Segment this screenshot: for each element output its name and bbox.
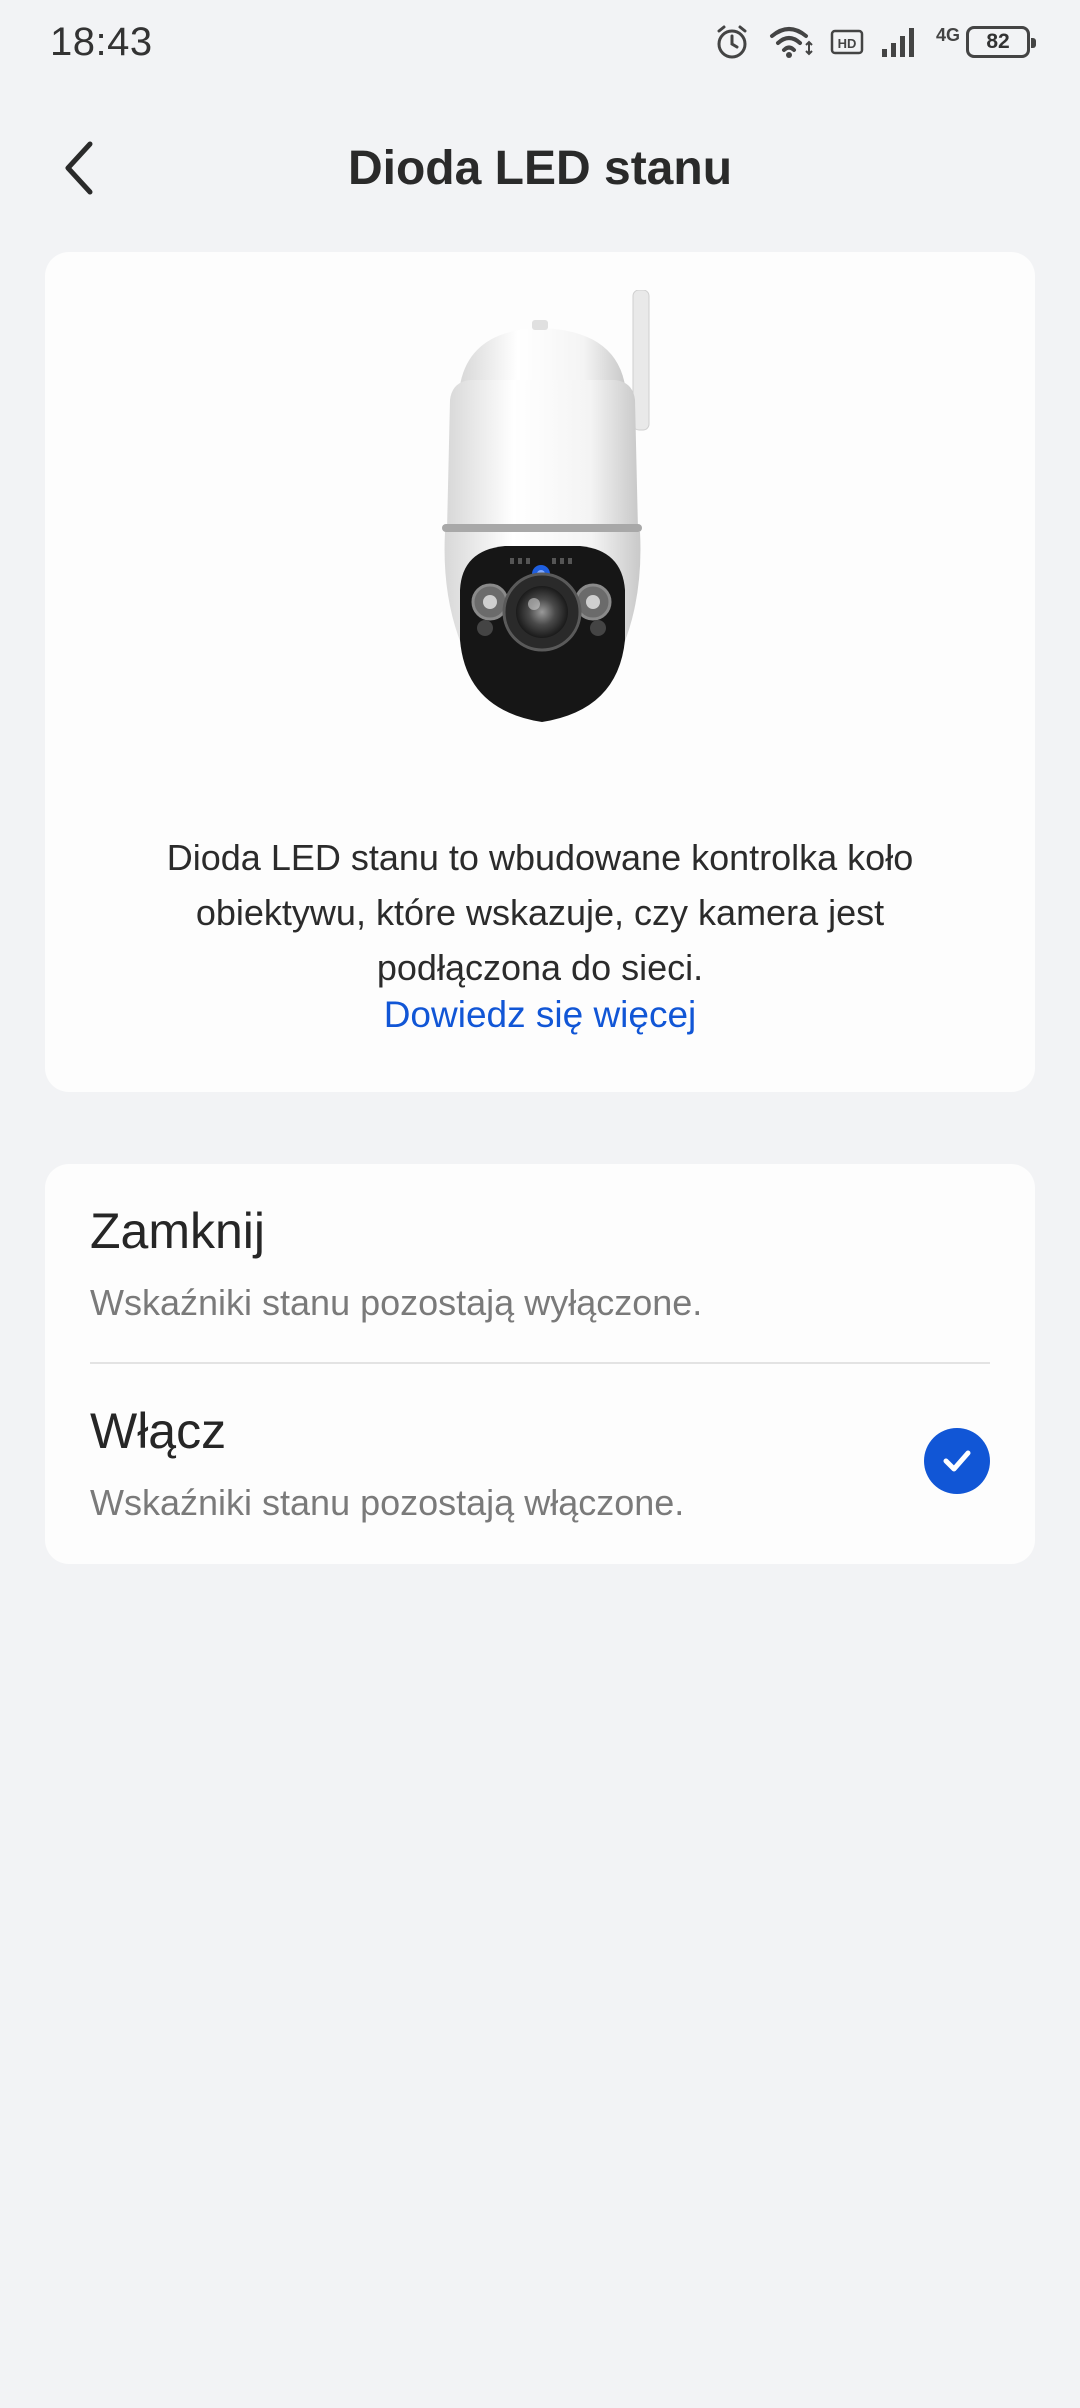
signal-icon (880, 25, 920, 59)
battery-level: 82 (986, 30, 1010, 53)
network-type-label: 4G (935, 24, 960, 45)
status-bar: 18:43 HD 4G 82 (0, 0, 1080, 84)
status-icons: HD 4G 82 (712, 22, 1036, 62)
back-button[interactable] (48, 136, 112, 200)
top-app-bar: Dioda LED stanu (0, 112, 1080, 224)
info-description: Dioda LED stanu to wbudowane kontrolka k… (166, 837, 914, 988)
status-time: 18:43 (50, 19, 153, 64)
hd-icon: HD (830, 28, 864, 56)
page-title: Dioda LED stanu (347, 141, 733, 195)
chevron-left-icon (65, 141, 93, 195)
option-off[interactable]: Zamknij Wskaźniki stanu pozostają wyłącz… (45, 1164, 1035, 1364)
option-description: Wskaźniki stanu pozostają włączone. (90, 1482, 685, 1523)
option-title: Zamknij (90, 1203, 266, 1259)
battery-icon: 82 (966, 26, 1036, 58)
check-icon (924, 1428, 990, 1494)
info-card: Dioda LED stanu to wbudowane kontrolka k… (45, 252, 1035, 1092)
option-on[interactable]: Włącz Wskaźniki stanu pozostają włączone… (45, 1364, 1035, 1564)
svg-text:HD: HD (838, 36, 857, 51)
alarm-icon (712, 22, 752, 62)
option-description: Wskaźniki stanu pozostają wyłączone. (90, 1282, 703, 1323)
learn-more-link[interactable]: Dowiedz się więcej (45, 994, 1035, 1036)
options-card: Zamknij Wskaźniki stanu pozostają wyłącz… (45, 1164, 1035, 1564)
wifi-icon (768, 24, 814, 60)
option-title: Włącz (90, 1403, 227, 1459)
